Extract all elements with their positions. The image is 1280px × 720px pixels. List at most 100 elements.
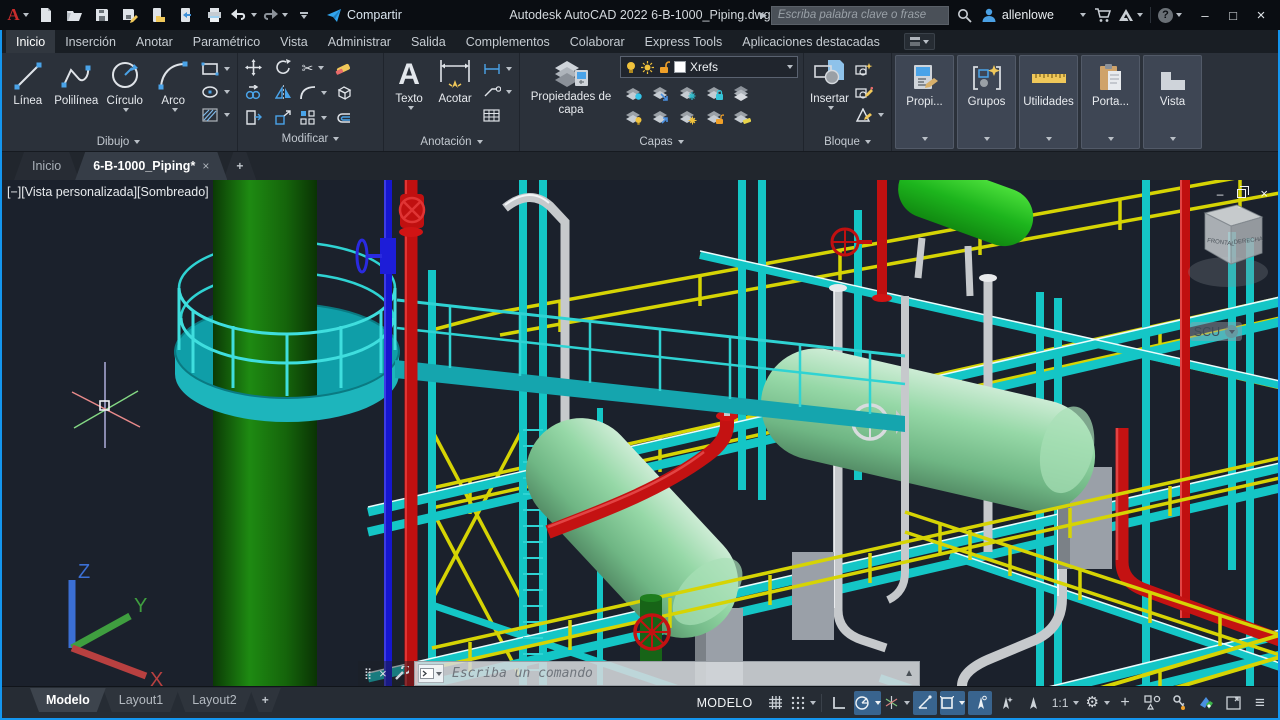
save-to-web-mobile-button[interactable]	[174, 3, 198, 27]
annotation-monitor-button[interactable]: +	[1113, 691, 1137, 715]
close-command-bar-icon[interactable]: ×	[379, 666, 387, 681]
viewport-controls-label[interactable]: [−][Vista personalizada][Sombreado]	[7, 185, 209, 199]
minimize-drawing-button[interactable]: –	[1217, 188, 1224, 200]
command-prompt-button[interactable]	[418, 664, 444, 683]
polar-tracking-button[interactable]	[854, 691, 881, 715]
tab-administrar[interactable]: Administrar	[318, 30, 401, 53]
polyline-button[interactable]: Polilínea	[54, 56, 100, 108]
annotation-scale-person-button[interactable]	[1022, 691, 1046, 715]
tab-complementos[interactable]: Complementos	[456, 30, 560, 53]
object-snap-button[interactable]	[940, 691, 965, 715]
panel-capas-footer[interactable]: Capas	[520, 133, 803, 151]
tab-insercion[interactable]: Inserción	[55, 30, 126, 53]
open-from-web-mobile-button[interactable]	[146, 3, 170, 27]
panel-modificar-footer[interactable]: Modificar	[238, 130, 383, 148]
graphics-performance-button[interactable]	[1194, 691, 1218, 715]
search-flyout-arrow-icon[interactable]: ▶	[760, 11, 767, 20]
offset-button[interactable]	[333, 108, 354, 128]
recent-commands-icon[interactable]: ▲	[899, 668, 919, 679]
rectangle-button[interactable]	[199, 59, 232, 79]
panel-dibujo-footer[interactable]: Dibujo	[0, 133, 237, 151]
undo-button[interactable]	[230, 3, 257, 27]
stretch-button[interactable]	[243, 108, 264, 128]
object-snap-tracking-button[interactable]	[913, 691, 937, 715]
open-file-button[interactable]	[62, 3, 86, 27]
help-button[interactable]: ?	[1158, 3, 1182, 27]
arc-button[interactable]: Arco	[151, 56, 197, 112]
command-input[interactable]	[444, 666, 899, 681]
layer-unisolate-button[interactable]	[649, 83, 672, 103]
linear-dimension-button[interactable]	[481, 59, 514, 79]
tab-aplicaciones-destacadas[interactable]: Aplicaciones destacadas	[732, 30, 890, 53]
layer-select[interactable]: Xrefs	[620, 56, 798, 78]
maximize-window-button[interactable]: □	[1220, 3, 1246, 27]
hardware-acceleration-button[interactable]	[1167, 691, 1191, 715]
tab-salida[interactable]: Salida	[401, 30, 456, 53]
insert-block-button[interactable]: Insertar	[809, 56, 850, 110]
rotate-button[interactable]	[273, 58, 294, 78]
copy-button[interactable]	[243, 83, 264, 103]
ellipse-button[interactable]	[199, 82, 232, 102]
autoscale-annotation-button[interactable]	[995, 691, 1019, 715]
panel-portapapeles-collapsed[interactable]: Porta...	[1081, 55, 1140, 149]
explode-button[interactable]	[333, 83, 354, 103]
new-layout-button[interactable]: +	[250, 688, 281, 712]
ucs-button[interactable]: SCU	[1190, 322, 1242, 341]
panel-bloque-footer[interactable]: Bloque	[804, 133, 891, 151]
close-tab-icon[interactable]: ×	[202, 159, 209, 173]
restore-drawing-button[interactable]	[1237, 189, 1246, 198]
command-bar-grip[interactable]: ⣿ ×	[358, 661, 415, 686]
trim-button[interactable]: ✂	[300, 58, 327, 78]
print-button[interactable]	[202, 3, 226, 27]
erase-button[interactable]	[333, 58, 354, 78]
define-attributes-button[interactable]	[853, 105, 886, 125]
minimize-window-button[interactable]: –	[1192, 3, 1218, 27]
layer-thaw-all-button[interactable]	[676, 107, 699, 127]
layer-off-button[interactable]	[622, 107, 645, 127]
search-button[interactable]	[953, 3, 977, 27]
dimension-button[interactable]: Acotar	[432, 56, 478, 106]
drawing-viewport[interactable]: Z Y X FRONTAL DERECHA [−][Vista personal…	[0, 180, 1280, 686]
app-menu-button[interactable]: A	[6, 3, 30, 27]
file-tab-inicio[interactable]: Inicio	[14, 152, 79, 180]
tab-vista[interactable]: Vista	[270, 30, 318, 53]
tab-parametrico[interactable]: Paramétrico	[183, 30, 270, 53]
tab-colaborar[interactable]: Colaborar	[560, 30, 635, 53]
customize-qat-button[interactable]	[292, 3, 316, 27]
close-window-button[interactable]: ×	[1248, 3, 1274, 27]
drag-handle-icon[interactable]: ⣿	[364, 667, 372, 680]
scale-button[interactable]	[273, 108, 294, 128]
ribbon-display-options-button[interactable]	[904, 33, 935, 50]
hatch-button[interactable]	[199, 105, 232, 125]
ortho-mode-button[interactable]	[827, 691, 851, 715]
annotation-visibility-button[interactable]	[968, 691, 992, 715]
app-store-button[interactable]	[1090, 3, 1114, 27]
layer-freeze-button[interactable]	[676, 83, 699, 103]
signin-user-button[interactable]: allenlowe	[981, 3, 1086, 27]
panel-propiedades-collapsed[interactable]: Propi...	[895, 55, 954, 149]
text-button[interactable]: A Texto	[389, 56, 429, 110]
panel-anotacion-footer[interactable]: Anotación	[384, 133, 519, 151]
move-button[interactable]	[243, 58, 264, 78]
new-file-button[interactable]	[34, 3, 58, 27]
layer-walk-button[interactable]	[730, 107, 753, 127]
panel-grupos-collapsed[interactable]: Grupos	[957, 55, 1016, 149]
table-button[interactable]	[481, 105, 514, 125]
circle-button[interactable]: Círculo	[102, 56, 148, 112]
layer-match-button[interactable]	[730, 83, 753, 103]
layer-unlock-all-button[interactable]	[703, 107, 726, 127]
tab-anotar[interactable]: Anotar	[126, 30, 183, 53]
autodesk-account-button[interactable]	[1118, 3, 1143, 27]
leader-button[interactable]	[481, 82, 514, 102]
model-space-button[interactable]: MODELO	[689, 696, 761, 710]
search-input[interactable]	[771, 6, 949, 25]
customize-wrench-icon[interactable]	[394, 666, 409, 681]
annotation-scale-button[interactable]: 1:1	[1049, 691, 1083, 715]
customization-menu-button[interactable]: ≡	[1248, 691, 1272, 715]
panel-vista-collapsed[interactable]: Vista	[1143, 55, 1202, 149]
file-tab-drawing[interactable]: 6-B-1000_Piping*×	[75, 152, 227, 180]
close-drawing-button[interactable]: ×	[1260, 187, 1268, 200]
isolate-objects-button[interactable]	[1140, 691, 1164, 715]
command-bar[interactable]: ▲	[414, 661, 920, 686]
fillet-button[interactable]	[298, 83, 329, 103]
